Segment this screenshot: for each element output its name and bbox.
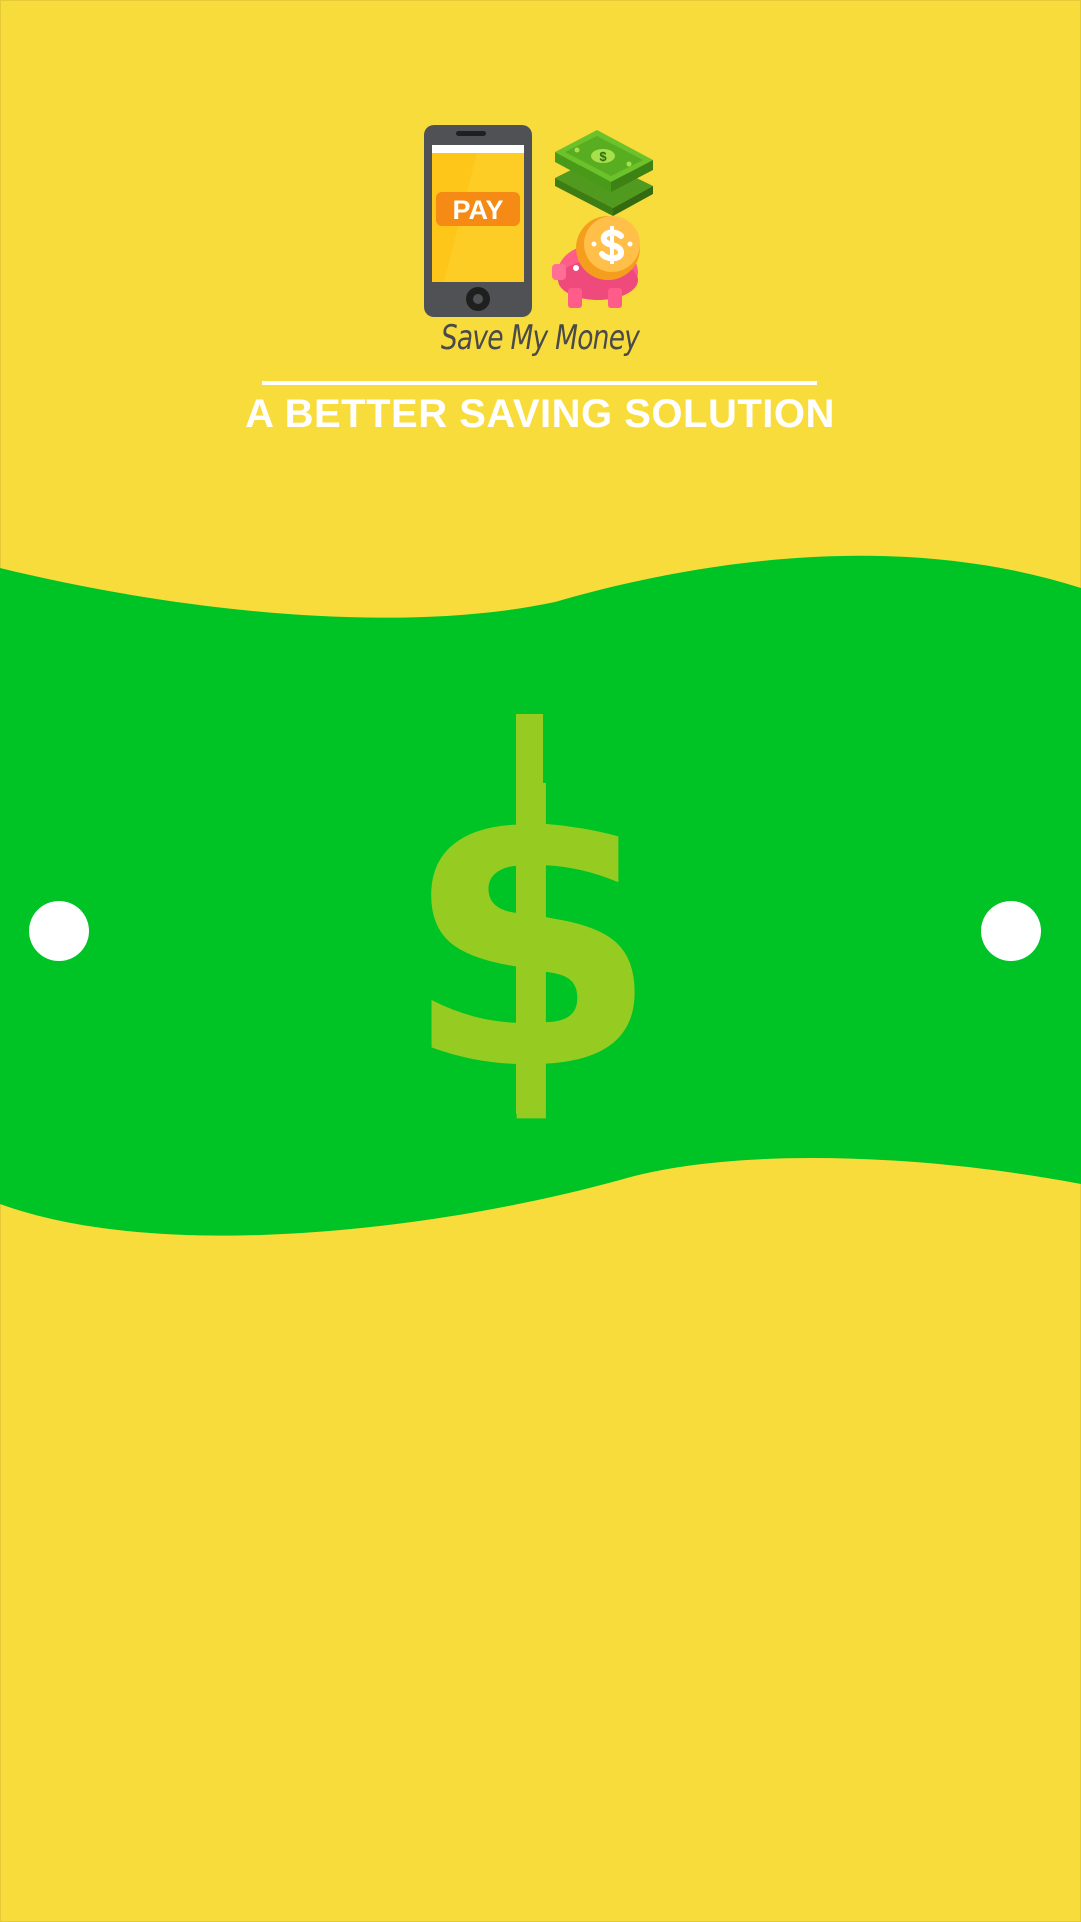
banner-hole-left-icon [29,901,89,961]
dollar-sign-icon: $ [402,714,660,1152]
banner-hole-right-icon [981,901,1041,961]
money-banner: $ [0,555,1081,1236]
banner-dollar-symbol: $ [402,722,659,1152]
splash-screen: PAY $ Save My Money A BETTER SAVING SOLU… [0,0,1081,1922]
